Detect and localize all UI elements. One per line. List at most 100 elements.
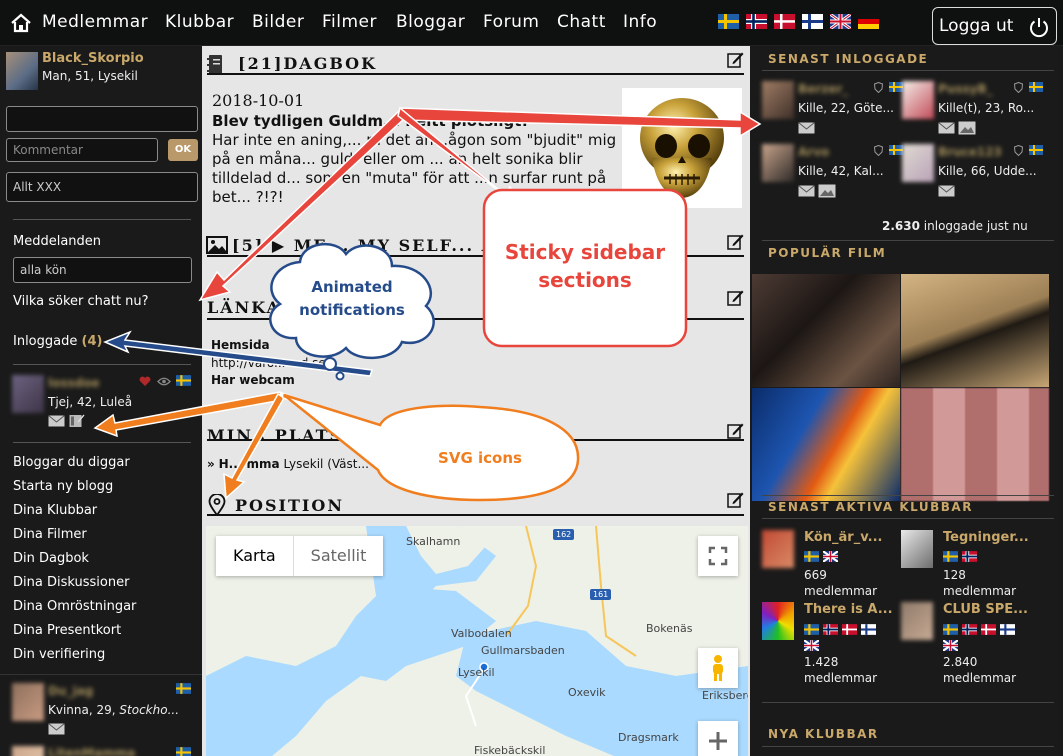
- menu-my-clubs[interactable]: Dina Klubbar: [13, 503, 97, 518]
- menu-my-gift-cards[interactable]: Dina Presentkort: [13, 623, 121, 638]
- nav-filmer[interactable]: Filmer: [322, 12, 377, 32]
- places-title[interactable]: MINA PLATS...: [207, 426, 365, 445]
- gender-filter-select[interactable]: alla kön: [13, 257, 192, 283]
- club-avatar[interactable]: [762, 530, 794, 568]
- flag-sweden-icon[interactable]: [718, 14, 739, 29]
- user-avatar[interactable]: [762, 144, 794, 182]
- edit-icon[interactable]: [727, 289, 744, 306]
- flag-denmark-icon[interactable]: [774, 14, 795, 29]
- nav-bloggar[interactable]: Bloggar: [396, 12, 465, 32]
- film-thumbnail[interactable]: [752, 274, 900, 387]
- user-name-blurred[interactable]: Bruce123: [938, 145, 1002, 159]
- mail-icon[interactable]: [938, 122, 955, 134]
- menu-my-films[interactable]: Dina Filmer: [13, 527, 87, 542]
- flag-uk-icon[interactable]: [830, 14, 851, 29]
- film-thumbnail[interactable]: [901, 388, 1049, 501]
- club-members: 669 medlemmar: [804, 567, 877, 599]
- nav-bilder[interactable]: Bilder: [252, 12, 304, 32]
- user-name-blurred[interactable]: Du_jag: [48, 684, 93, 698]
- user-name-blurred[interactable]: PussyB_: [938, 82, 993, 96]
- user-name-blurred[interactable]: Berzer_: [798, 82, 848, 96]
- place-row[interactable]: » H... mma Lysekil (Väst...: [207, 457, 369, 471]
- club-member-unit: medlemmar: [943, 584, 1017, 598]
- user-avatar[interactable]: [12, 683, 44, 721]
- edit-icon[interactable]: [727, 233, 744, 250]
- status-input[interactable]: [6, 106, 198, 132]
- flag-germany-icon[interactable]: [858, 14, 879, 29]
- user-avatar[interactable]: [902, 144, 934, 182]
- user-name-blurred[interactable]: LitenMamma: [48, 746, 135, 756]
- flag-finland-icon[interactable]: [802, 14, 823, 29]
- photo-icon[interactable]: [958, 121, 976, 135]
- post-heading[interactable]: Blev tydligen Guldm... heltt plotsligt!: [212, 112, 528, 130]
- user-name-blurred[interactable]: Arvo: [798, 145, 829, 159]
- user-info: Kille, 66, Udde...: [938, 164, 1037, 178]
- mail-icon[interactable]: [48, 415, 65, 427]
- club-name[interactable]: There is A...: [804, 602, 893, 617]
- club-avatar[interactable]: [901, 602, 933, 640]
- user-avatar[interactable]: [12, 375, 44, 413]
- content-filter-select[interactable]: Allt XXX: [6, 172, 198, 202]
- mail-icon[interactable]: [798, 122, 815, 134]
- heart-icon[interactable]: [139, 376, 151, 387]
- messages-heading[interactable]: Meddelanden: [13, 234, 101, 249]
- who-seeks-chat-link[interactable]: Vilka söker chatt nu?: [13, 294, 149, 309]
- nav-forum[interactable]: Forum: [483, 12, 539, 32]
- club-name[interactable]: Tegninger...: [943, 530, 1029, 545]
- nav-chatt[interactable]: Chatt: [557, 12, 606, 32]
- logout-button[interactable]: Logga ut: [932, 7, 1057, 45]
- mail-icon[interactable]: [938, 185, 955, 197]
- menu-my-discussions[interactable]: Dina Diskussioner: [13, 575, 129, 590]
- comment-input[interactable]: Kommentar: [6, 138, 158, 162]
- club-avatar[interactable]: [762, 602, 794, 640]
- edit-icon[interactable]: [727, 51, 744, 68]
- comment-ok-button[interactable]: OK: [168, 139, 198, 161]
- flag-uk-icon: [943, 640, 958, 651]
- flag-norway-icon[interactable]: [746, 14, 767, 29]
- club-name[interactable]: CLUB SPE...: [943, 602, 1028, 617]
- user-avatar[interactable]: [902, 81, 934, 119]
- links-title[interactable]: LÄNKA...: [207, 298, 304, 317]
- map-tab-map[interactable]: Karta: [216, 536, 294, 576]
- mail-icon[interactable]: [798, 185, 815, 197]
- eye-icon[interactable]: [157, 377, 171, 386]
- mail-icon[interactable]: [48, 723, 65, 735]
- user-name-blurred[interactable]: lossdoe: [48, 376, 100, 390]
- menu-start-blog[interactable]: Starta ny blogg: [13, 479, 113, 494]
- photo-icon[interactable]: [818, 184, 836, 198]
- street-view-button[interactable]: [698, 648, 738, 688]
- club-name[interactable]: Kön_är_v...: [804, 530, 882, 545]
- menu-my-polls[interactable]: Dina Omröstningar: [13, 599, 136, 614]
- place-location: Lysekil (Väst...: [283, 457, 369, 471]
- user-info: Tjej, 42, Luleå: [48, 395, 133, 409]
- film-thumbnail[interactable]: [752, 388, 900, 501]
- edit-icon[interactable]: [727, 422, 744, 439]
- divider: [13, 364, 191, 365]
- flag-denmark-icon: [981, 624, 996, 635]
- edit-icon[interactable]: [727, 491, 744, 508]
- zoom-in-button[interactable]: [698, 721, 738, 756]
- guestbook-icon[interactable]: [69, 413, 85, 428]
- menu-liked-blogs[interactable]: Bloggar du diggar: [13, 455, 130, 470]
- section-divider: [207, 318, 744, 320]
- map-widget[interactable]: Karta Satellit Skalhamn Valbodalen Gullm…: [206, 526, 748, 756]
- homepage-link[interactable]: http://varo... ...d.se *: [211, 356, 336, 370]
- post-image[interactable]: [622, 88, 742, 208]
- menu-my-diary[interactable]: Din Dagbok: [13, 551, 89, 566]
- home-icon[interactable]: [10, 12, 32, 34]
- fullscreen-button[interactable]: [698, 536, 738, 576]
- nav-info[interactable]: Info: [623, 12, 657, 32]
- logged-in-heading[interactable]: Inloggade (4): [13, 334, 102, 349]
- my-username[interactable]: Black_Skorpio: [42, 51, 144, 66]
- user-avatar[interactable]: [12, 746, 44, 756]
- menu-my-verification[interactable]: Din verifiering: [13, 647, 105, 662]
- diary-title[interactable]: [21]DAGBOK: [238, 54, 377, 73]
- position-title[interactable]: POSITION: [235, 496, 344, 515]
- my-avatar[interactable]: [6, 52, 38, 90]
- nav-medlemmar[interactable]: Medlemmar: [42, 12, 148, 32]
- club-avatar[interactable]: [901, 530, 933, 568]
- user-avatar[interactable]: [762, 81, 794, 119]
- nav-klubbar[interactable]: Klubbar: [165, 12, 234, 32]
- film-thumbnail[interactable]: [901, 274, 1049, 387]
- map-tab-satellite[interactable]: Satellit: [294, 536, 384, 576]
